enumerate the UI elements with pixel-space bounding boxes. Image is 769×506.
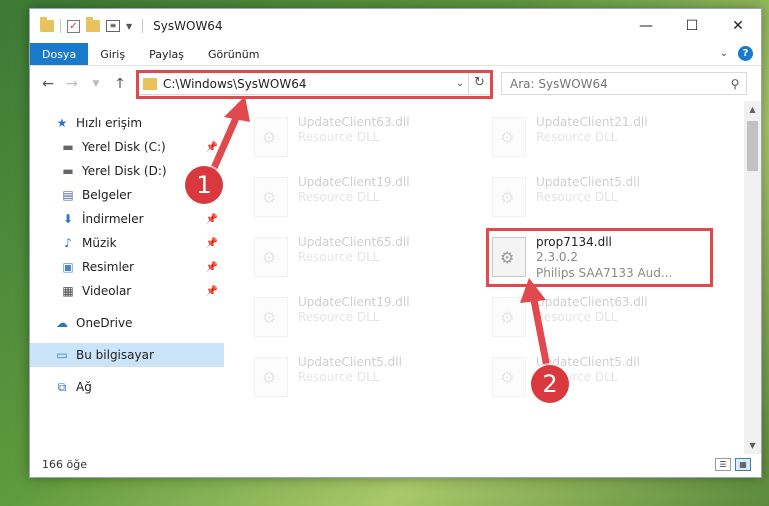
arrow-1-head — [224, 96, 250, 122]
arrow-2-head — [520, 278, 546, 303]
annotation-arrows — [210, 96, 550, 366]
step-badge-2: 2 — [531, 365, 569, 403]
arrow-2-shaft — [530, 296, 550, 366]
step-badge-1: 1 — [185, 166, 223, 204]
arrow-1-shaft — [210, 114, 240, 172]
